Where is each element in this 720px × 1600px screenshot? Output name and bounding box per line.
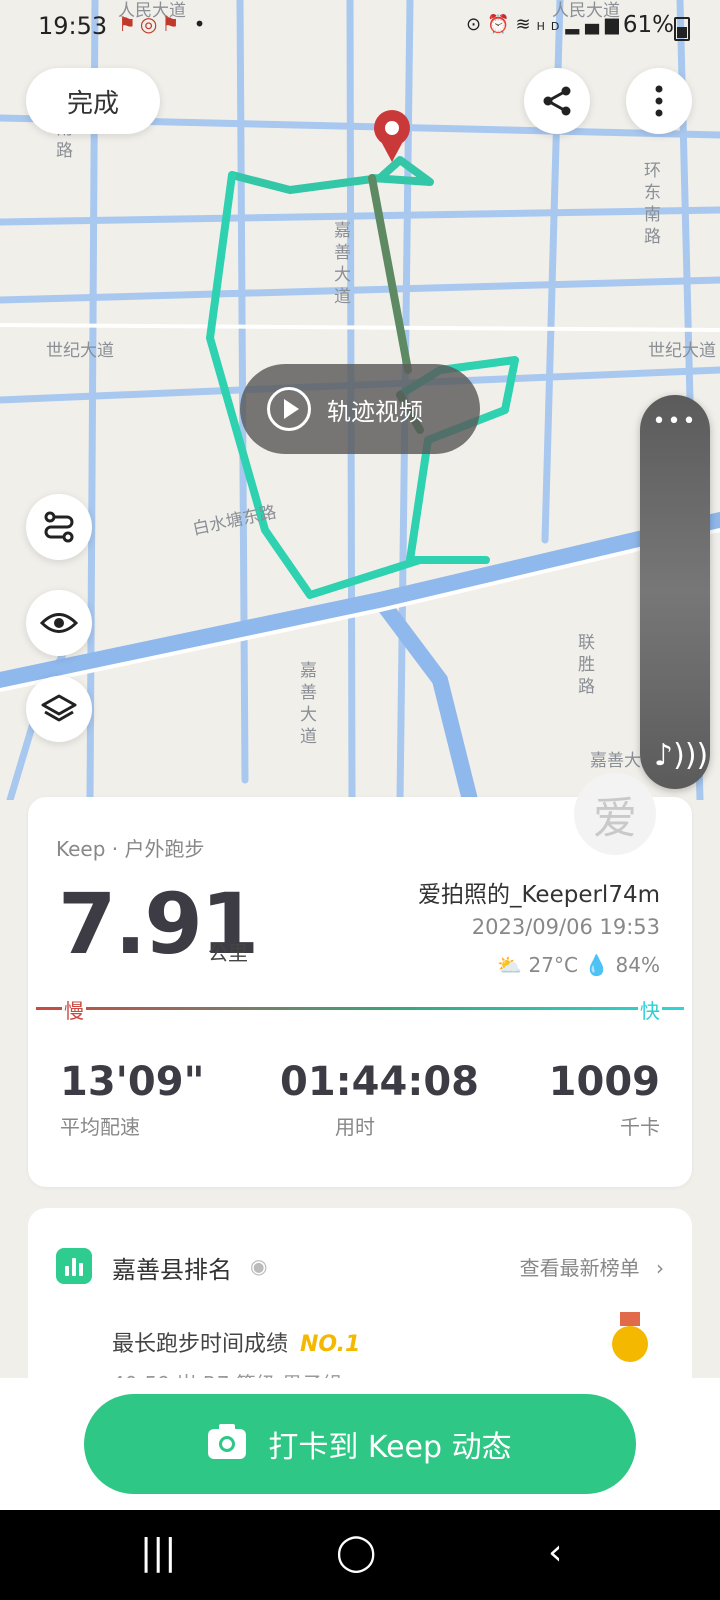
layers-icon — [41, 694, 77, 722]
activity-source: Keep · 户外跑步 — [56, 837, 205, 861]
map-label: 世纪大道 — [46, 341, 114, 361]
duration-value: 01:44:08 — [280, 1059, 479, 1105]
layers-button[interactable] — [26, 676, 92, 742]
pace-value: 13'09" — [60, 1059, 205, 1105]
music-side-panel[interactable]: ••• ♪))) — [640, 395, 710, 789]
ai-badge[interactable]: 爱 — [574, 773, 656, 855]
status-time: 19:53 — [38, 12, 108, 40]
view-latest-ranking-link[interactable]: 查看最新榜单 › — [520, 1252, 664, 1281]
metric-calories: 1009 千卡 — [549, 1059, 660, 1140]
map-label: 环东南路 — [644, 161, 661, 247]
eye-icon — [40, 613, 78, 633]
camera-icon — [208, 1424, 247, 1459]
medal-icon — [612, 1312, 648, 1362]
cloud-sun-icon: ⛅ — [497, 953, 523, 977]
play-icon — [267, 387, 311, 431]
map-label: 嘉善大道 — [300, 661, 317, 747]
calories-label: 千卡 — [620, 1115, 660, 1139]
checkin-label: 打卡到 Keep 动态 — [268, 1430, 512, 1465]
pace-gradient-bar — [36, 1007, 684, 1010]
share-button[interactable] — [524, 68, 590, 134]
view-latest-label: 查看最新榜单 — [519, 1256, 640, 1280]
done-button[interactable]: 完成 — [26, 68, 160, 134]
map-label: 嘉善大道 — [334, 221, 351, 307]
calories-value: 1009 — [548, 1059, 660, 1105]
eye-icon[interactable]: ◉ — [250, 1254, 267, 1278]
humidity: 84% — [615, 953, 660, 977]
metric-pace: 13'09" 平均配速 — [60, 1059, 204, 1140]
status-icons: ⊙⏰≋HD▂▄▆ — [466, 14, 625, 35]
map-label: 联胜路 — [578, 633, 595, 697]
battery-icon — [674, 17, 690, 41]
recent-apps-icon[interactable]: ||| — [140, 1532, 176, 1573]
slow-label: 慢 — [62, 995, 86, 1024]
home-icon[interactable]: ◯ — [336, 1532, 376, 1573]
chevron-right-icon: › — [656, 1256, 664, 1280]
ranking-item-label: 最长跑步时间成绩 — [112, 1332, 289, 1357]
humidity-icon: 💧 — [584, 953, 610, 977]
username: 爱拍照的_Keeperl74m — [417, 882, 660, 908]
ranking-title: 嘉善县排名 — [112, 1256, 232, 1284]
more-vertical-icon — [655, 85, 663, 117]
music-icon[interactable]: ♪))) — [654, 738, 708, 773]
metric-duration: 01:44:08 用时 — [280, 1059, 479, 1140]
ranking-item-rank: NO.1 — [300, 1332, 361, 1357]
route-style-button[interactable] — [26, 494, 92, 560]
track-video-button[interactable]: 轨迹视频 — [240, 364, 480, 454]
pace-label: 平均配速 — [60, 1115, 140, 1139]
weather-info: ⛅ 27°C 💧 84% — [497, 953, 660, 977]
checkin-button[interactable]: 打卡到 Keep 动态 — [84, 1394, 636, 1494]
run-summary-card: Keep · 户外跑步 7.91 公里 爱拍照的_Keeperl74m 2023… — [28, 797, 692, 1187]
route-icon — [44, 511, 74, 543]
status-bar: 19:53 ⚑◎⚑ • ⊙⏰≋HD▂▄▆ 61% — [0, 0, 720, 50]
map-label: 世纪大道 — [648, 341, 716, 361]
share-icon — [543, 86, 571, 116]
fast-label: 快 — [638, 995, 662, 1024]
network-type: HD — [536, 20, 566, 33]
panel-more-icon[interactable]: ••• — [640, 409, 710, 434]
distance-unit: 公里 — [208, 941, 248, 965]
ranking-chart-icon — [56, 1248, 92, 1284]
visibility-button[interactable] — [26, 590, 92, 656]
back-icon[interactable]: ‹ — [548, 1532, 562, 1573]
track-video-label: 轨迹视频 — [327, 397, 423, 426]
battery-percent: 61% — [622, 12, 674, 38]
more-button[interactable] — [626, 68, 692, 134]
temperature: 27°C — [528, 953, 578, 977]
system-nav-bar: ||| ◯ ‹ — [0, 1510, 720, 1600]
duration-label: 用时 — [335, 1115, 375, 1139]
ranking-item: 最长跑步时间成绩 NO.1 — [112, 1326, 360, 1358]
activity-datetime: 2023/09/06 19:53 — [471, 915, 660, 939]
notification-icons: ⚑◎⚑ • — [118, 12, 210, 36]
map-label: 嘉善大 — [590, 751, 641, 771]
